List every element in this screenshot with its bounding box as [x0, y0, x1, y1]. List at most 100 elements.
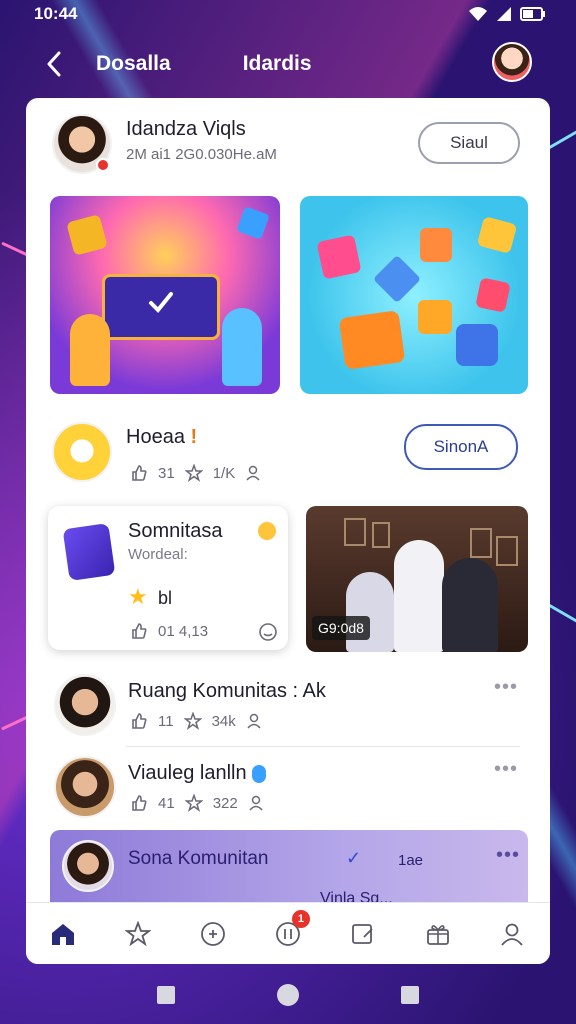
like-icon[interactable] — [130, 622, 148, 640]
more-icon[interactable]: ••• — [496, 844, 520, 867]
avatar[interactable] — [54, 756, 116, 818]
community-name-text: Viauleg lanlln — [128, 762, 247, 784]
post-stats: 31 1/K — [130, 464, 261, 482]
notification-dot — [96, 158, 110, 172]
star-icon[interactable] — [183, 712, 202, 730]
rating-text: bl — [158, 588, 173, 608]
post-author[interactable]: Idandza Viqls — [126, 118, 246, 141]
star-icon[interactable] — [184, 794, 203, 812]
status-icons — [468, 6, 546, 22]
person-illustration — [442, 558, 498, 652]
star-icon — [125, 920, 152, 946]
header-subtitle: Idardis — [242, 52, 312, 75]
star-count: 34k — [211, 712, 236, 730]
card-stats-text: 01 4,13 — [158, 622, 209, 640]
user-icon — [246, 465, 260, 481]
header-title: Dosalla — [96, 52, 171, 75]
like-count: 31 — [158, 464, 175, 482]
check-icon: ✓ — [346, 848, 362, 868]
feature-card[interactable]: Somnitasa Wordeal: ★ bl 01 4,13 — [48, 506, 288, 650]
community-name: Ruang Komunitas : Ak — [128, 680, 326, 702]
chat-icon — [201, 921, 226, 946]
bottom-nav: 1 — [26, 902, 550, 964]
list-item[interactable]: Viauleg lanlln 41 322 ••• — [26, 748, 550, 828]
nav-edit[interactable] — [343, 914, 383, 954]
system-home-button[interactable] — [277, 984, 299, 1006]
block-illustration — [418, 300, 452, 334]
home-icon — [52, 923, 75, 945]
avatar[interactable] — [54, 674, 116, 736]
block-illustration — [338, 310, 406, 370]
nav-favorites[interactable] — [118, 914, 158, 954]
frame-illustration — [372, 522, 390, 548]
like-icon[interactable] — [130, 712, 148, 730]
frame-illustration — [470, 528, 492, 558]
user-icon — [247, 713, 261, 729]
status-bar: 10:44 — [0, 0, 576, 28]
wifi-icon — [469, 7, 487, 21]
avatar[interactable] — [52, 422, 112, 482]
nav-profile[interactable] — [492, 914, 532, 954]
system-recents-button[interactable] — [401, 986, 419, 1004]
post-meta: 2M ai1 2G0.030He.aM — [126, 146, 277, 163]
post-image-left[interactable] — [50, 196, 280, 394]
settings-icon[interactable] — [258, 622, 278, 642]
more-icon[interactable]: ••• — [494, 758, 518, 781]
status-dot — [258, 522, 276, 540]
block-illustration — [475, 277, 511, 313]
status-time: 10:44 — [34, 4, 78, 23]
post-row: Hoeaa ! 31 1/K SinonA — [26, 404, 550, 494]
frame-illustration — [344, 518, 366, 546]
post-author[interactable]: Hoeaa ! — [126, 426, 197, 449]
user-icon — [249, 795, 263, 811]
person-illustration — [70, 314, 110, 386]
community-name: Sona Komunitan — [128, 848, 269, 869]
back-icon[interactable] — [34, 44, 74, 84]
rating-star-icon: ★ — [128, 584, 148, 609]
edit-icon — [351, 923, 373, 944]
author-name-text: Hoeaa — [126, 426, 185, 448]
community-stats: 11 34k — [130, 712, 262, 730]
divider — [126, 746, 520, 747]
community-stats: 41 322 — [130, 794, 264, 812]
check-icon — [149, 292, 173, 313]
person-illustration — [222, 308, 262, 386]
join-button[interactable]: SinonA — [404, 424, 518, 470]
person-illustration — [346, 572, 394, 652]
app-header: Dosalla Idardis — [26, 38, 550, 90]
block-illustration — [316, 234, 362, 280]
block-illustration — [420, 228, 452, 262]
frame-illustration — [496, 536, 518, 566]
card-stats: 01 4,13 — [130, 622, 208, 640]
star-count: 322 — [212, 794, 238, 812]
app-icon — [62, 523, 116, 581]
more-icon[interactable]: ••• — [494, 676, 518, 699]
system-nav — [0, 984, 576, 1006]
like-icon[interactable] — [130, 794, 148, 812]
star-illustration — [236, 206, 270, 240]
nav-gifts[interactable] — [418, 914, 458, 954]
like-count: 41 — [158, 794, 175, 812]
avatar[interactable] — [62, 840, 114, 892]
star-count: 1/K — [212, 464, 236, 482]
follow-button[interactable]: Siaul — [418, 122, 520, 164]
user-icon — [501, 923, 524, 946]
block-illustration — [476, 216, 518, 254]
nav-activity[interactable]: 1 — [268, 909, 310, 954]
battery-icon — [520, 7, 545, 21]
system-back-button[interactable] — [157, 986, 175, 1004]
video-thumbnail[interactable]: G9:0d8 — [306, 506, 528, 652]
feed-panel: Idandza Viqls 2M ai1 2G0.030He.aM Siaul … — [26, 98, 550, 964]
verified-icon — [252, 764, 267, 783]
nav-messages[interactable] — [193, 914, 233, 954]
star-icon[interactable] — [184, 464, 203, 482]
profile-avatar[interactable] — [492, 42, 532, 82]
post-image-right[interactable] — [300, 196, 528, 394]
person-illustration — [394, 540, 444, 652]
like-icon[interactable] — [130, 464, 148, 482]
feature-title: Somnitasa — [128, 520, 223, 542]
video-duration: G9:0d8 — [312, 616, 370, 640]
list-item[interactable]: Ruang Komunitas : Ak 11 34k ••• — [26, 664, 550, 744]
signal-icon — [497, 7, 511, 21]
nav-home[interactable] — [43, 914, 83, 954]
